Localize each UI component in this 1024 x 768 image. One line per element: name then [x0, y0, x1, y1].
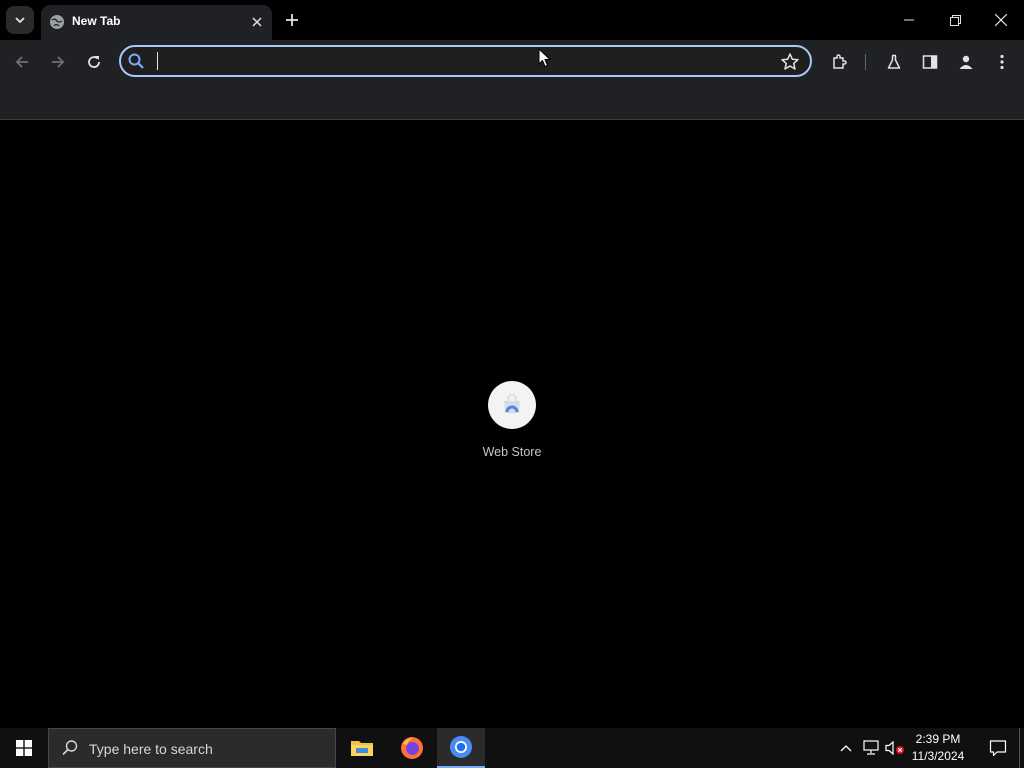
back-button[interactable] [8, 48, 36, 76]
tray-overflow-button[interactable] [836, 728, 856, 768]
tray-volume-button[interactable] [884, 728, 906, 768]
bookmarks-bar [0, 84, 1024, 120]
side-panel-icon [922, 55, 938, 69]
more-menu-button[interactable] [988, 48, 1016, 76]
close-icon [252, 17, 262, 27]
side-panel-button[interactable] [916, 48, 944, 76]
taskbar-chrome[interactable] [437, 728, 485, 768]
profile-icon [959, 55, 973, 69]
volume-muted-icon [885, 740, 904, 756]
toolbar-divider [865, 54, 866, 70]
chevron-up-icon [840, 745, 852, 752]
address-bar[interactable] [119, 45, 812, 77]
close-window-button[interactable] [978, 0, 1024, 40]
network-icon [863, 740, 879, 755]
labs-flask-icon [887, 54, 901, 69]
extensions-icon [833, 54, 847, 69]
shortcut-tile [488, 381, 536, 429]
forward-arrow-icon [52, 56, 65, 68]
extensions-button[interactable] [826, 48, 854, 76]
tab-new-tab[interactable]: New Tab [41, 5, 272, 40]
firefox-icon [401, 737, 423, 759]
start-button[interactable] [0, 728, 48, 768]
taskbar-firefox[interactable] [388, 728, 436, 768]
forward-button[interactable] [44, 48, 72, 76]
clock-date: 11/3/2024 [911, 749, 965, 763]
chrome-icon [450, 736, 472, 758]
labs-button[interactable] [880, 48, 908, 76]
close-icon [995, 14, 1007, 26]
address-input[interactable] [157, 49, 767, 73]
tray-network-button[interactable] [860, 728, 882, 768]
profile-button[interactable] [952, 48, 980, 76]
back-arrow-icon [15, 56, 28, 68]
search-icon [128, 53, 144, 69]
clock-time: 2:39 PM [915, 732, 961, 746]
minimize-button[interactable] [886, 0, 932, 40]
windows-logo-icon [16, 740, 32, 756]
reload-button[interactable] [80, 48, 108, 76]
tab-close-button[interactable] [248, 13, 266, 31]
web-store-icon [504, 394, 520, 413]
notification-center-button[interactable] [980, 728, 1016, 768]
taskbar: Type here to search 2:39 PM 11/3/2024 [0, 728, 1024, 768]
tab-strip: New Tab [0, 0, 1024, 40]
shortcut-web-store[interactable]: Web Store [466, 373, 558, 465]
more-menu-icon [1000, 54, 1004, 70]
tab-search-button[interactable] [6, 6, 34, 34]
tab-title: New Tab [72, 14, 121, 28]
chevron-down-icon [15, 17, 25, 24]
new-tab-button[interactable] [281, 9, 303, 31]
star-icon[interactable] [780, 52, 800, 72]
globe-icon [50, 15, 64, 29]
taskbar-search-placeholder: Type here to search [89, 741, 213, 757]
text-caret [157, 52, 158, 70]
search-icon [62, 740, 78, 756]
notification-icon [989, 740, 1007, 757]
minimize-icon [904, 19, 914, 21]
plus-icon [286, 14, 298, 26]
mouse-cursor-icon [538, 48, 552, 68]
show-desktop-button[interactable] [1019, 728, 1024, 768]
toolbar [0, 40, 1024, 84]
file-explorer-icon [351, 741, 373, 756]
restore-button[interactable] [932, 0, 978, 40]
new-tab-page: Web Store [0, 120, 1024, 728]
taskbar-clock[interactable]: 2:39 PM 11/3/2024 [906, 731, 970, 765]
reload-icon [88, 56, 100, 68]
taskbar-file-explorer[interactable] [338, 728, 386, 768]
restore-icon [949, 14, 961, 26]
taskbar-search-box[interactable]: Type here to search [48, 728, 336, 768]
shortcut-label: Web Store [482, 445, 542, 459]
